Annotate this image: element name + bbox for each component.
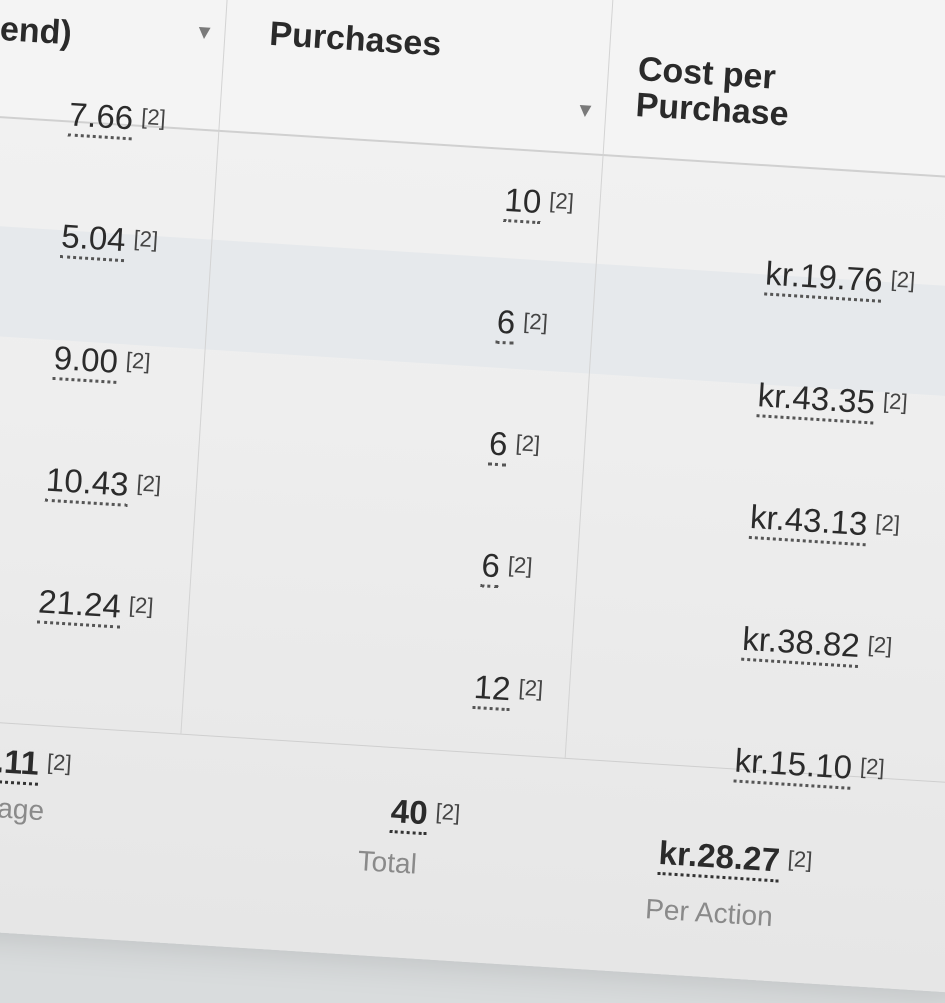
footnote-marker: [2]: [514, 430, 541, 457]
footnote-marker: [2]: [874, 509, 901, 537]
footnote-marker: [2]: [434, 798, 461, 826]
per-action-label: Per Action: [644, 893, 774, 933]
metric-value-link[interactable]: 7.66: [67, 95, 135, 141]
total-label: Total: [356, 845, 418, 880]
spend-cell: 10.43 [2]: [44, 460, 162, 507]
total-purchases-value[interactable]: 40: [389, 792, 429, 836]
summary-cost: kr.28.27 [2]: [657, 833, 814, 883]
metric-value-link[interactable]: kr.43.13: [748, 497, 869, 547]
purchases-cell: 6 [2]: [495, 302, 549, 345]
metric-value-link[interactable]: 6: [487, 424, 509, 467]
ads-report-table: pend) ▼ Purchases ▼ Cost per Purchase 7.…: [0, 0, 945, 994]
metric-value-link[interactable]: 21.24: [37, 582, 123, 629]
footnote-marker: [2]: [125, 347, 152, 374]
metric-value-link[interactable]: 6: [495, 302, 517, 345]
metric-value-link[interactable]: 9.00: [52, 338, 120, 384]
footnote-marker: [2]: [128, 592, 155, 619]
table-viewport: pend) ▼ Purchases ▼ Cost per Purchase 7.…: [0, 0, 945, 1003]
purchases-cell: 6 [2]: [487, 424, 541, 467]
sort-arrow-icon[interactable]: ▼: [575, 99, 596, 123]
cost-per-purchase-cell: kr.43.35 [2]: [756, 376, 909, 425]
average-label: Average: [0, 788, 46, 827]
metric-value-link[interactable]: 10.43: [44, 460, 130, 507]
footnote-marker: [2]: [787, 846, 814, 873]
spend-cell: 21.24 [2]: [37, 582, 155, 629]
footnote-marker: [2]: [507, 551, 534, 579]
cost-per-purchase-cell: kr.19.76 [2]: [764, 254, 917, 303]
cost-per-purchase-cell: kr.43.13 [2]: [748, 497, 901, 547]
footnote-marker: [2]: [517, 674, 544, 702]
cost-per-purchase-cell: kr.38.82 [2]: [741, 619, 894, 669]
purchases-cell: 12 [2]: [472, 667, 544, 712]
footnote-marker: [2]: [46, 749, 73, 776]
metric-value-link[interactable]: 6: [480, 546, 502, 589]
average-spend-value[interactable]: 10.11: [0, 739, 40, 786]
spend-cell: 5.04 [2]: [60, 217, 159, 263]
metric-value-link[interactable]: 10: [503, 180, 543, 225]
spend-cell: 7.66 [2]: [67, 95, 167, 141]
footnote-marker: [2]: [890, 266, 917, 293]
per-action-cost-value[interactable]: kr.28.27: [657, 833, 781, 883]
metric-value-link[interactable]: kr.19.76: [764, 254, 884, 303]
summary-purchases: 40 [2]: [389, 792, 461, 836]
column-header-cost-per-purchase[interactable]: Cost per Purchase: [635, 50, 792, 133]
cost-per-purchase-cell: kr.15.10 [2]: [733, 741, 886, 790]
metric-value-link[interactable]: kr.38.82: [741, 619, 861, 669]
footnote-marker: [2]: [135, 470, 162, 497]
purchases-cell: 10 [2]: [503, 180, 575, 225]
table-header: [0, 0, 945, 182]
sort-arrow-icon[interactable]: ▼: [194, 21, 215, 45]
purchases-cell: 6 [2]: [480, 546, 534, 589]
footnote-marker: [2]: [548, 187, 575, 215]
footnote-marker: [2]: [140, 103, 167, 131]
metric-value-link[interactable]: kr.15.10: [733, 741, 854, 790]
footnote-marker: [2]: [859, 753, 886, 780]
column-header-spend[interactable]: pend): [0, 9, 73, 53]
footnote-marker: [2]: [522, 308, 549, 335]
metric-value-link[interactable]: 5.04: [60, 217, 127, 263]
footnote-marker: [2]: [132, 225, 159, 253]
metric-value-link[interactable]: 12: [472, 667, 512, 712]
footnote-marker: [2]: [882, 388, 909, 415]
footnote-marker: [2]: [867, 631, 894, 659]
summary-spend: 10.11 [2]: [0, 739, 73, 786]
spend-cell: 9.00 [2]: [52, 338, 152, 384]
metric-value-link[interactable]: kr.43.35: [756, 376, 877, 425]
